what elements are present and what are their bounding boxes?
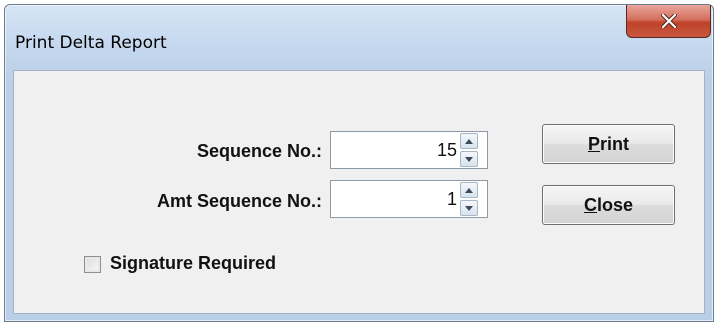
signature-required-label[interactable]: Signature Required	[110, 253, 276, 274]
sequence-up-button[interactable]	[460, 133, 478, 149]
amt-sequence-spinner[interactable]: 1	[330, 180, 488, 218]
dialog-body: Sequence No.: 15 Amt Sequence No.: 1 P r…	[13, 70, 705, 314]
sequence-spinner[interactable]: 15	[330, 131, 488, 169]
amt-sequence-label: Amt Sequence No.:	[156, 191, 322, 211]
close-label-rest: lose	[596, 194, 634, 215]
sequence-spin-buttons	[460, 133, 478, 167]
amt-sequence-spin-buttons	[460, 182, 478, 216]
print-label-rest: rint	[600, 133, 629, 154]
print-button[interactable]: Print	[542, 124, 675, 164]
print-mnemonic: P	[587, 133, 600, 154]
close-mnemonic: C	[583, 194, 597, 215]
window-title: Print Delta Report	[15, 33, 167, 53]
arrow-down-icon	[465, 205, 473, 211]
close-button[interactable]: Close	[542, 185, 675, 225]
arrow-down-icon	[465, 156, 473, 162]
close-x-icon	[660, 14, 677, 28]
sequence-value[interactable]: 15	[331, 132, 457, 168]
window-close-button[interactable]	[626, 5, 711, 38]
amt-sequence-down-button[interactable]	[460, 200, 478, 216]
amt-sequence-value[interactable]: 1	[331, 181, 457, 217]
amt-sequence-up-button[interactable]	[460, 182, 478, 198]
arrow-up-icon	[465, 187, 473, 193]
dialog-window: Print Delta Report Sequence No.: 15 Amt …	[4, 4, 714, 322]
title-bar[interactable]: Print Delta Report	[5, 5, 713, 69]
arrow-up-icon	[465, 138, 473, 144]
signature-required-checkbox[interactable]	[84, 256, 101, 273]
sequence-label: Sequence No.:	[196, 141, 322, 161]
sequence-down-button[interactable]	[460, 151, 478, 167]
